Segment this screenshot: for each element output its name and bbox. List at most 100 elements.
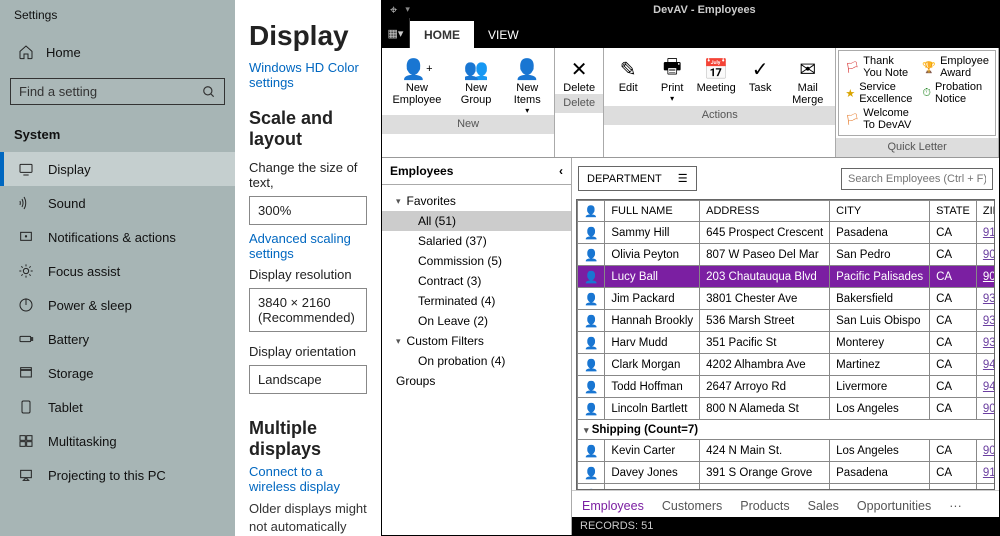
task-button[interactable]: ✓Task — [738, 52, 782, 106]
edit-button[interactable]: ✎Edit — [606, 52, 650, 106]
tree-favorites[interactable]: ▾Favorites — [382, 191, 571, 211]
status-bar: RECORDS: 51 — [572, 517, 999, 535]
table-row[interactable]: 👤Jim Packard3801 Chester AveBakersfieldC… — [578, 288, 996, 310]
quick-probation[interactable]: ⏱Probation Notice — [922, 81, 989, 105]
titlebar: ⌖ ▾ DevAV - Employees — [382, 1, 999, 18]
zip-link[interactable]: 91184 — [983, 467, 995, 479]
orientation-select[interactable]: Landscape — [249, 365, 367, 394]
hdcolor-link[interactable]: Windows HD Color settings — [235, 60, 381, 90]
zip-link[interactable]: 90012 — [983, 445, 995, 457]
search-employees-input[interactable] — [841, 168, 993, 190]
nav-projecting-to-this-pc[interactable]: Projecting to this PC — [0, 458, 235, 492]
bottom-nav: Employees Customers Products Sales Opportuni… — [572, 490, 999, 517]
nav-storage[interactable]: Storage — [0, 356, 235, 390]
scale-select[interactable]: 300% — [249, 196, 367, 225]
zip-link[interactable]: 90731 — [983, 249, 995, 261]
employees-grid[interactable]: 👤 FULL NAME ADDRESS CITY STATE ZIP CODE … — [576, 199, 995, 490]
scale-label: Change the size of text, — [235, 154, 381, 192]
zip-link[interactable]: 93401 — [983, 315, 995, 327]
tree-commission[interactable]: Commission (5) — [382, 251, 571, 271]
department-filter[interactable]: DEPARTMENT☰ — [578, 166, 697, 191]
new-employee-button[interactable]: 👤+New Employee — [384, 52, 450, 115]
ribbon-tabs: ▦▾ HOME VIEW — [382, 18, 999, 48]
older-displays-note: Older displays might not automatically c… — [235, 494, 381, 536]
tree-custom[interactable]: ▾Custom Filters — [382, 331, 571, 351]
quick-thank[interactable]: 🏳Thank You Note — [845, 55, 912, 79]
new-group-button[interactable]: 👥New Group — [450, 52, 503, 115]
delete-button[interactable]: ✕Delete — [557, 52, 601, 94]
col-address[interactable]: ADDRESS — [700, 201, 830, 222]
settings-search-input[interactable] — [19, 84, 202, 99]
group-quick-letter: 🏳Thank You Note 🏆Employee Award ★Service… — [836, 48, 999, 157]
bottomnav-opportunities[interactable]: Opportunities — [857, 499, 931, 513]
col-state[interactable]: STATE — [930, 201, 977, 222]
print-button[interactable]: 🖶Print▾ — [650, 52, 694, 106]
table-row[interactable]: 👤Olivia Peyton807 W Paseo Del MarSan Ped… — [578, 244, 996, 266]
bottomnav-···[interactable]: ··· — [949, 499, 962, 513]
nav-focus-assist[interactable]: Focus assist — [0, 254, 235, 288]
tree-onleave[interactable]: On Leave (2) — [382, 311, 571, 331]
zip-link[interactable]: 93301 — [983, 293, 995, 305]
zip-link[interactable]: 91103 — [983, 227, 995, 239]
collapse-icon[interactable]: ‹ — [559, 164, 563, 178]
table-row[interactable]: 👤Sammy Hill645 Prospect CrescentPasadena… — [578, 222, 996, 244]
nav-battery[interactable]: Battery — [0, 322, 235, 356]
tree-groups[interactable]: Groups — [382, 371, 571, 391]
col-zip[interactable]: ZIP CODE — [976, 201, 995, 222]
nav-multitasking[interactable]: Multitasking — [0, 424, 235, 458]
tree-all[interactable]: All (51) — [382, 211, 571, 231]
app-title: DevAV - Employees — [410, 4, 999, 16]
nav-icon — [18, 161, 34, 177]
bottomnav-sales[interactable]: Sales — [808, 499, 839, 513]
table-row[interactable]: 👤Todd Hoffman2647 Arroyo RdLivermoreCA94… — [578, 376, 996, 398]
nav-tablet[interactable]: Tablet — [0, 390, 235, 424]
nav-display[interactable]: Display — [0, 152, 235, 186]
tree-probation[interactable]: On probation (4) — [382, 351, 571, 371]
table-row[interactable]: 👤Kevin Carter424 N Main St.Los AngelesCA… — [578, 440, 996, 462]
nav-sound[interactable]: Sound — [0, 186, 235, 220]
nav-icon — [18, 433, 34, 449]
nav-notifications-actions[interactable]: Notifications & actions — [0, 220, 235, 254]
table-row[interactable]: 👤Harv Mudd351 Pacific StMontereyCA93940h… — [578, 332, 996, 354]
quick-service[interactable]: ★Service Excellence — [845, 81, 912, 105]
bottomnav-customers[interactable]: Customers — [662, 499, 722, 513]
quick-award[interactable]: 🏆Employee Award — [922, 55, 989, 79]
mail-merge-button[interactable]: ✉Mail Merge — [782, 52, 833, 106]
bottomnav-products[interactable]: Products — [740, 499, 789, 513]
home-nav[interactable]: Home — [0, 34, 235, 70]
orientation-label: Display orientation — [235, 338, 381, 361]
tree-contract[interactable]: Contract (3) — [382, 271, 571, 291]
home-icon — [18, 44, 34, 60]
table-row[interactable]: 👤Lincoln Bartlett800 N Alameda StLos Ang… — [578, 398, 996, 420]
zip-link[interactable]: 94550 — [983, 381, 995, 393]
table-row[interactable]: 👤Lucy Ball203 Chautauqua BlvdPacific Pal… — [578, 266, 996, 288]
nav-icon — [18, 297, 34, 313]
nav-power-sleep[interactable]: Power & sleep — [0, 288, 235, 322]
zip-link[interactable]: 93940 — [983, 337, 995, 349]
person-icon: 👤 — [578, 398, 605, 420]
group-row[interactable]: ▾ Shipping (Count=7) — [578, 420, 996, 440]
adv-scaling-link[interactable]: Advanced scaling settings — [235, 231, 381, 261]
tree-terminated[interactable]: Terminated (4) — [382, 291, 571, 311]
connect-wireless-link[interactable]: Connect to a wireless display — [235, 464, 381, 494]
col-fullname[interactable]: FULL NAME — [605, 201, 700, 222]
tab-view[interactable]: VIEW — [474, 21, 533, 48]
settings-search[interactable] — [10, 78, 225, 105]
table-row[interactable]: 👤Hannah Brookly536 Marsh StreetSan Luis … — [578, 310, 996, 332]
person-icon: 👤 — [578, 332, 605, 354]
meeting-button[interactable]: 📅Meeting — [694, 52, 738, 106]
table-row[interactable]: 👤Clark Morgan4202 Alhambra AveMartinezCA… — [578, 354, 996, 376]
col-person-icon[interactable]: 👤 — [578, 201, 605, 222]
module-switcher[interactable]: ▦▾ — [382, 18, 410, 48]
tree-salaried[interactable]: Salaried (37) — [382, 231, 571, 251]
col-city[interactable]: CITY — [830, 201, 930, 222]
new-items-button[interactable]: 👤New Items▾ — [502, 52, 552, 115]
quick-welcome[interactable]: 🏳Welcome To DevAV — [845, 107, 912, 131]
zip-link[interactable]: 94553 — [983, 359, 995, 371]
zip-link[interactable]: 90012 — [983, 403, 995, 415]
tab-home[interactable]: HOME — [410, 21, 474, 48]
zip-link[interactable]: 90272 — [983, 271, 995, 283]
bottomnav-employees[interactable]: Employees — [582, 499, 644, 513]
resolution-select[interactable]: 3840 × 2160 (Recommended) — [249, 288, 367, 332]
table-row[interactable]: 👤Davey Jones391 S Orange GrovePasadenaCA… — [578, 462, 996, 484]
